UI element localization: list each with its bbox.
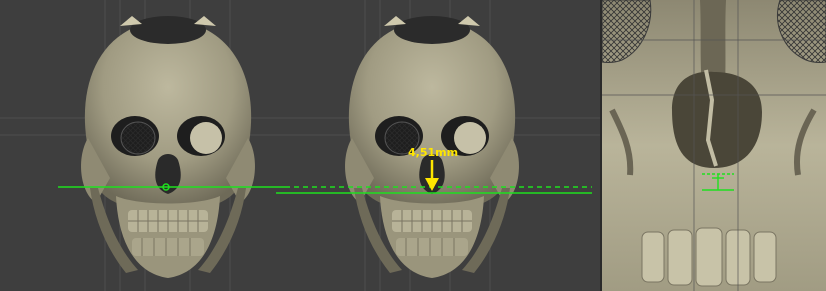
upper-teeth	[641, 227, 777, 287]
detail-3d-viewport[interactable]	[602, 0, 826, 291]
detail-viewport-canvas[interactable]	[602, 0, 826, 291]
main-3d-viewport[interactable]: 4,51mm	[0, 0, 600, 291]
skull-model-baseline[interactable]	[80, 15, 256, 279]
main-viewport-canvas[interactable]: 4,51mm	[0, 0, 600, 291]
nasal-cavity	[672, 71, 762, 168]
measurement-label: 4,51mm	[408, 146, 458, 159]
